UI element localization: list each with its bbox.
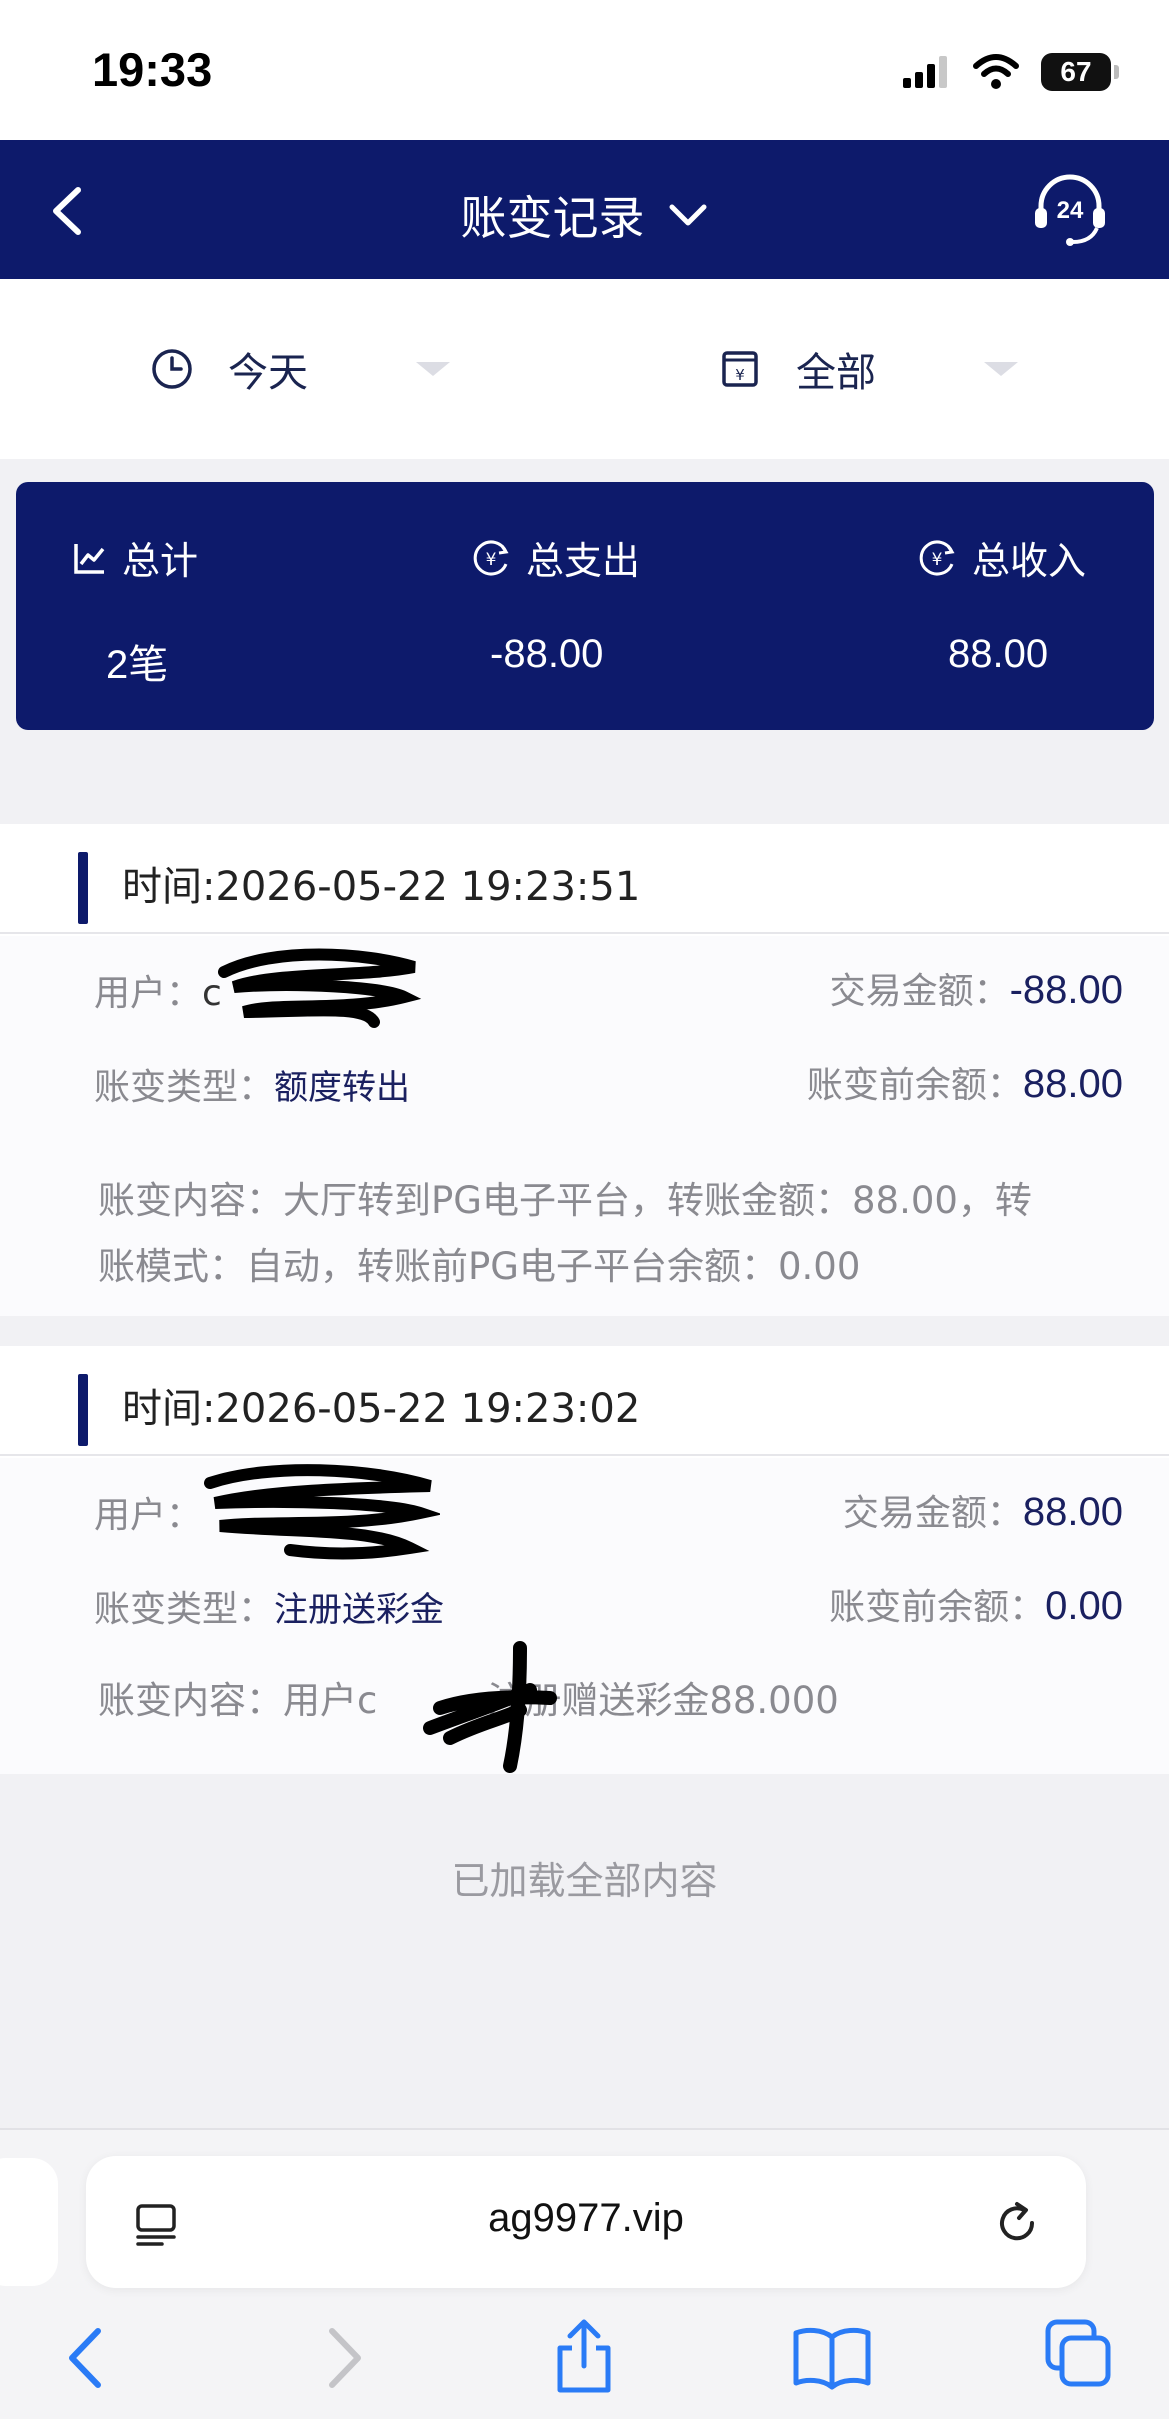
- forward-nav-icon[interactable]: [318, 2325, 368, 2391]
- record-amount-row: 交易金额： 88.00: [843, 1484, 1123, 1536]
- book-icon[interactable]: [792, 2325, 872, 2391]
- page-title: 账变记录: [460, 191, 645, 245]
- record-user-row: 用户：: [94, 1486, 202, 1538]
- svg-text:¥: ¥: [932, 550, 943, 570]
- balance-value: 88.00: [1022, 1062, 1123, 1106]
- redaction-scribble: [423, 1641, 557, 1773]
- user-label: 用户：: [94, 1495, 203, 1536]
- browser-toolbar: ag9977.vip: [0, 2128, 1169, 2419]
- balance-label: 账变前余额：: [829, 1587, 1046, 1628]
- svg-text:24: 24: [1057, 197, 1084, 224]
- summary-total-header: 总计: [72, 530, 198, 585]
- date-filter[interactable]: 今天: [150, 339, 450, 399]
- yen-circle-icon: ¥: [919, 540, 955, 575]
- record-type-row: 账变类型： 注册送彩金: [94, 1580, 444, 1632]
- calendar-yen-icon: ¥: [722, 351, 758, 387]
- record-card: 时间:2026-05-22 19:23:02 用户： 交易金额： 88.00 账…: [0, 1346, 1169, 1774]
- type-filter[interactable]: ¥ 全部: [718, 339, 1018, 399]
- summary-income-header: ¥ 总收入: [918, 530, 1086, 585]
- back-nav-icon[interactable]: [62, 2325, 112, 2391]
- balance-value: 0.00: [1045, 1584, 1123, 1628]
- summary-expense-value: -88.00: [490, 632, 604, 676]
- user-label: 用户：: [94, 973, 203, 1014]
- share-icon[interactable]: [552, 2318, 616, 2394]
- record-card: 时间:2026-05-22 19:23:51 用户： c 交易金额： -88.0…: [0, 824, 1169, 1316]
- record-accent-bar: [78, 852, 88, 924]
- type-value: 注册送彩金: [274, 1590, 445, 1630]
- caret-down-icon: [984, 362, 1018, 376]
- record-balance-row: 账变前余额： 88.00: [807, 1056, 1123, 1108]
- caret-down-icon: [416, 362, 450, 376]
- summary-expense-label: 总支出: [526, 539, 641, 583]
- record-time: 时间:2026-05-22 19:23:51: [122, 864, 641, 910]
- summary-total-label: 总计: [122, 539, 199, 583]
- record-header: 时间:2026-05-22 19:23:51: [0, 824, 1169, 934]
- chart-line-icon: [74, 543, 105, 574]
- record-header: 时间:2026-05-22 19:23:02: [0, 1346, 1169, 1456]
- record-type-row: 账变类型： 额度转出: [94, 1058, 410, 1110]
- yen-circle-icon: ¥: [473, 540, 509, 575]
- record-body: 用户： 交易金额： 88.00 账变类型： 注册送彩金 账变前余额： 0.00 …: [0, 1458, 1169, 1774]
- amount-value: -88.00: [1009, 968, 1123, 1012]
- record-balance-row: 账变前余额： 0.00: [829, 1578, 1123, 1630]
- type-label: 账变类型：: [94, 1589, 275, 1630]
- reload-icon[interactable]: [992, 2198, 1042, 2248]
- record-accent-bar: [78, 1374, 88, 1446]
- status-icons: 67: [901, 48, 1119, 96]
- type-filter-label: 全部: [796, 350, 876, 396]
- amount-value: 88.00: [1022, 1490, 1123, 1534]
- record-content: 账变内容：用户c 注册赠送彩金88.000: [98, 1668, 1058, 1734]
- summary-expense-header: ¥ 总支出: [472, 530, 640, 585]
- summary-card: 总计 ¥ 总支出 ¥ 总收入 2笔 -88.00 88.00: [16, 482, 1154, 730]
- type-label: 账变类型：: [94, 1067, 275, 1108]
- chevron-down-icon: [669, 204, 706, 226]
- record-time: 时间:2026-05-22 19:23:02: [122, 1386, 641, 1432]
- address-bar[interactable]: ag9977.vip: [86, 2156, 1086, 2288]
- svg-text:¥: ¥: [486, 550, 497, 570]
- navigation-bar: 账变记录 24: [0, 140, 1169, 279]
- url-text[interactable]: ag9977.vip: [86, 2196, 1086, 2241]
- loaded-all-text: 已加载全部内容: [451, 1859, 718, 1903]
- svg-text:¥: ¥: [735, 366, 745, 384]
- amount-label: 交易金额：: [829, 971, 1010, 1012]
- amount-label: 交易金额：: [842, 1493, 1023, 1534]
- record-user-row: 用户： c: [94, 964, 222, 1016]
- record-amount-row: 交易金额： -88.00: [830, 962, 1123, 1014]
- clock-icon: [152, 349, 192, 389]
- status-bar: 19:33 67: [0, 0, 1169, 140]
- summary-total-value: 2笔: [106, 643, 169, 687]
- signal-icon: [903, 56, 947, 88]
- redaction-scribble: [204, 1464, 440, 1560]
- previous-tab-peek[interactable]: [0, 2158, 58, 2286]
- date-filter-label: 今天: [228, 350, 308, 396]
- redaction-scribble: [218, 948, 422, 1028]
- summary-income-label: 总收入: [972, 539, 1087, 583]
- record-content: 账变内容：大厅转到PG电子平台，转账金额：88.00，转账模式：自动，转账前PG…: [98, 1179, 1032, 1288]
- record-content-head: 账变内容：用户c: [98, 1679, 378, 1722]
- summary-income-value: 88.00: [948, 632, 1049, 676]
- tabs-icon[interactable]: [1044, 2318, 1114, 2390]
- status-time: 19:33: [92, 43, 213, 96]
- filter-bar: 今天 ¥ 全部: [0, 279, 1169, 459]
- wifi-icon: [973, 54, 1019, 89]
- battery-indicator: 67: [1041, 53, 1119, 91]
- page-title-dropdown[interactable]: 账变记录: [0, 182, 1169, 248]
- type-value: 额度转出: [274, 1068, 411, 1108]
- headset-24-icon[interactable]: 24: [1031, 170, 1109, 248]
- balance-label: 账变前余额：: [806, 1065, 1023, 1106]
- record-body: 用户： c 交易金额： -88.00 账变类型： 额度转出 账变前余额： 88.…: [0, 936, 1169, 1316]
